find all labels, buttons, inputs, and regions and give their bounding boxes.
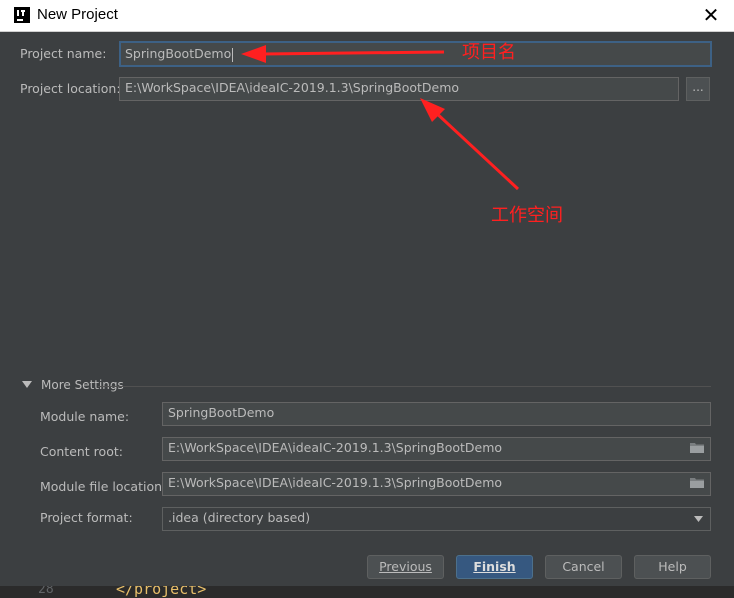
folder-icon[interactable] <box>690 477 704 488</box>
project-format-value: .idea (directory based) <box>168 510 311 525</box>
module-name-value: SpringBootDemo <box>168 405 275 420</box>
module-file-location-input[interactable]: E:\WorkSpace\IDEA\ideaIC-2019.1.3\Spring… <box>162 472 711 496</box>
workspace-annotation: 工作空间 <box>491 205 563 226</box>
more-settings-divider <box>98 386 711 387</box>
project-format-label: Project format: <box>40 510 133 525</box>
project-format-select[interactable]: .idea (directory based) <box>162 507 711 531</box>
new-project-dialog: Project name: SpringBootDemo Project loc… <box>0 32 734 598</box>
title-bar: New Project ✕ <box>0 0 734 32</box>
folder-icon[interactable] <box>690 442 704 453</box>
module-name-input[interactable]: SpringBootDemo <box>162 402 711 426</box>
name-arrow-head <box>241 45 266 63</box>
finish-button-label: Finish <box>473 559 516 574</box>
content-root-input[interactable]: E:\WorkSpace\IDEA\ideaIC-2019.1.3\Spring… <box>162 437 711 461</box>
previous-button[interactable]: Previous <box>367 555 444 579</box>
window-title: New Project <box>37 6 118 23</box>
workspace-arrow-shaft <box>431 108 520 191</box>
module-name-label: Module name: <box>40 409 130 424</box>
name-arrow-shaft <box>261 50 445 56</box>
content-root-label: Content root: <box>40 444 123 459</box>
project-name-annotation: 项目名 <box>462 42 516 63</box>
background-editor: 28 </project> <box>0 586 734 598</box>
more-settings-label: More Settings <box>41 378 124 392</box>
app-logo-icon <box>14 7 30 23</box>
cancel-button[interactable]: Cancel <box>545 555 622 579</box>
help-button-label: Help <box>658 559 687 574</box>
line-number: 28 <box>38 586 54 597</box>
help-button[interactable]: Help <box>634 555 711 579</box>
cancel-button-label: Cancel <box>562 559 605 574</box>
code-line: </project> <box>116 586 207 598</box>
finish-button[interactable]: Finish <box>456 555 533 579</box>
module-file-location-value: E:\WorkSpace\IDEA\ideaIC-2019.1.3\Spring… <box>168 475 503 490</box>
previous-button-label: Previous <box>379 559 432 574</box>
module-file-location-label: Module file location: <box>40 479 167 494</box>
content-root-value: E:\WorkSpace\IDEA\ideaIC-2019.1.3\Spring… <box>168 440 503 455</box>
close-icon[interactable]: ✕ <box>688 0 734 31</box>
chevron-down-icon <box>694 516 703 522</box>
triangle-down-icon <box>22 381 32 388</box>
